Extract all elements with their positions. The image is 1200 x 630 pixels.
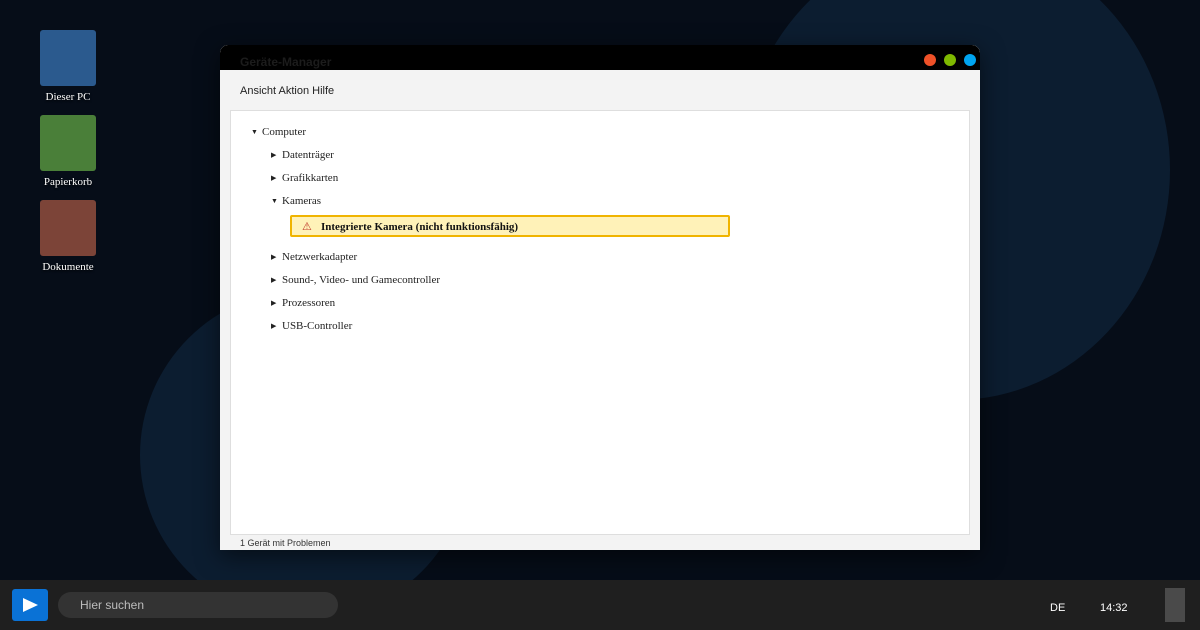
maximize-button[interactable] bbox=[964, 54, 976, 66]
tree-node-computer[interactable]: ▼ Computer bbox=[251, 126, 306, 138]
desktop-icon-label: Dokumente bbox=[42, 261, 94, 273]
this-pc-icon bbox=[40, 30, 96, 86]
expand-right-icon: ▶ bbox=[271, 322, 277, 330]
tree-node-graphics[interactable]: ▶ Grafikkarten bbox=[271, 172, 338, 184]
expand-down-icon: ▼ bbox=[251, 128, 258, 136]
tree-node-storage[interactable]: ▶ Datenträger bbox=[271, 149, 334, 161]
tree-node-label: Datenträger bbox=[282, 149, 334, 161]
play-icon bbox=[23, 598, 38, 612]
tree-node-label: Sound-, Video- und Gamecontroller bbox=[282, 274, 440, 286]
desktop-icon-label: Dieser PC bbox=[45, 91, 91, 103]
tree-node-label: Grafikkarten bbox=[282, 172, 339, 184]
taskbar: DE 14:32 bbox=[0, 580, 1200, 630]
expand-right-icon: ▶ bbox=[271, 276, 277, 284]
show-desktop-button[interactable] bbox=[1165, 588, 1185, 622]
close-button[interactable] bbox=[924, 54, 936, 66]
tree-node-sound[interactable]: ▶ Sound-, Video- und Gamecontroller bbox=[271, 274, 440, 286]
camera-device-label: Integrierte Kamera (nicht funktionsfähig… bbox=[321, 221, 519, 233]
expand-right-icon: ▶ bbox=[271, 253, 277, 261]
language-indicator[interactable]: DE bbox=[1050, 602, 1065, 614]
device-tree-panel: ▼ Computer ▶ Datenträger ▶ Grafikkarten ▼ Ka… bbox=[230, 110, 970, 535]
desktop-icon-recycle-bin[interactable]: Papierkorb bbox=[30, 115, 106, 188]
documents-folder-icon bbox=[40, 200, 96, 256]
desktop-icon-documents[interactable]: Dokumente bbox=[30, 200, 106, 273]
tree-node-network[interactable]: ▶ Netzwerkadapter bbox=[271, 251, 357, 263]
tree-node-label: Netzwerkadapter bbox=[282, 251, 358, 263]
window-title: Geräte-Manager bbox=[240, 55, 332, 69]
expand-right-icon: ▶ bbox=[271, 299, 277, 307]
camera-device-item[interactable]: ⚠ Integrierte Kamera (nicht funktionsfäh… bbox=[290, 215, 730, 237]
status-bar-text: 1 Gerät mit Problemen bbox=[240, 538, 331, 548]
tree-node-label: Kameras bbox=[282, 195, 322, 207]
warning-triangle-icon: ⚠ bbox=[302, 221, 312, 233]
tree-node-label: Prozessoren bbox=[282, 297, 336, 309]
tree-node-processors[interactable]: ▶ Prozessoren bbox=[271, 297, 335, 309]
expand-down-icon: ▼ bbox=[271, 197, 278, 205]
desktop-icon-label: Papierkorb bbox=[43, 176, 93, 188]
tree-node-usb[interactable]: ▶ USB-Controller bbox=[271, 320, 352, 332]
clock[interactable]: 14:32 bbox=[1100, 602, 1128, 614]
menu-bar: Ansicht Aktion Hilfe bbox=[220, 70, 980, 110]
desktop-icon-this-pc[interactable]: Dieser PC bbox=[30, 30, 106, 103]
expand-right-icon: ▶ bbox=[271, 174, 277, 182]
tree-node-cameras[interactable]: ▼ Kameras bbox=[271, 195, 321, 207]
tree-node-label: Computer bbox=[262, 126, 306, 138]
device-manager-window: Geräte-Manager Ansicht Aktion Hilfe ▼ Com… bbox=[220, 45, 980, 550]
search-input[interactable] bbox=[58, 592, 338, 618]
recycle-bin-icon bbox=[40, 115, 96, 171]
expand-right-icon: ▶ bbox=[271, 151, 277, 159]
window-titlebar[interactable]: Geräte-Manager bbox=[220, 45, 980, 70]
menu-items[interactable]: Ansicht Aktion Hilfe bbox=[240, 85, 334, 97]
minimize-button[interactable] bbox=[944, 54, 956, 66]
tree-node-label: USB-Controller bbox=[282, 320, 353, 332]
start-button[interactable] bbox=[12, 589, 48, 621]
